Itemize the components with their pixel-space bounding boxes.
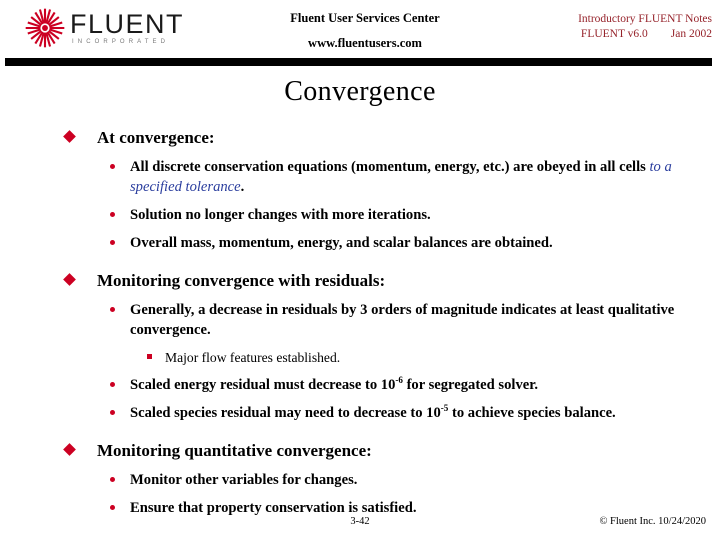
header-version-date: FLUENT v6.0 Jan 2002	[580, 28, 712, 40]
header-right-block: Introductory FLUENT Notes FLUENT v6.0 Ja…	[532, 12, 712, 42]
bullet-text: At convergence:	[97, 128, 215, 147]
bullet-level2-scaled-species-residual: Scaled species residual may need to decr…	[0, 403, 720, 423]
dot-bullet-icon	[110, 164, 115, 169]
bullet-text: Monitoring convergence with residuals:	[97, 271, 386, 290]
copyright-notice: © Fluent Inc. 10/24/2020	[599, 516, 706, 527]
bullet-text-tail: to achieve species balance.	[448, 405, 616, 421]
bullet-text: Scaled species residual may need to decr…	[130, 405, 441, 421]
fluent-logo-wordmark: FLUENT	[70, 9, 185, 39]
dot-bullet-icon	[110, 410, 115, 415]
header-divider-rule	[5, 58, 712, 66]
bullet-level2-scaled-energy-residual: Scaled energy residual must decrease to …	[0, 375, 720, 395]
bullet-level2-monitor-other-variables: Monitor other variables for changes.	[0, 470, 720, 490]
bullet-level2-overall-balances: Overall mass, momentum, energy, and scal…	[0, 233, 720, 253]
slide-footer: 3-42 © Fluent Inc. 10/24/2020	[0, 516, 720, 536]
bullet-text: Solution no longer changes with more ite…	[130, 207, 431, 223]
slide-header: FLUENT INCORPORATED Fluent User Services…	[0, 0, 720, 66]
dot-bullet-icon	[110, 307, 115, 312]
slide-title: Convergence	[284, 76, 436, 107]
diamond-bullet-icon	[63, 130, 76, 143]
bullet-text: Ensure that property conservation is sat…	[130, 500, 417, 516]
bullet-text: Monitoring quantitative convergence:	[97, 441, 372, 460]
bullet-level2-solution-no-longer-changes: Solution no longer changes with more ite…	[0, 205, 720, 225]
fluent-starburst-icon	[24, 7, 66, 49]
square-bullet-icon	[147, 354, 152, 359]
bullet-text: Monitor other variables for changes.	[130, 472, 358, 488]
exponent-minus-six: -6	[395, 375, 403, 386]
bullet-text: Scaled energy residual must decrease to …	[130, 377, 396, 393]
bullet-text-tail: for segregated solver.	[402, 377, 539, 393]
dot-bullet-icon	[110, 505, 115, 510]
bullet-text: Overall mass, momentum, energy, and scal…	[130, 235, 553, 251]
header-notes-title: Introductory FLUENT Notes	[578, 13, 712, 25]
diamond-bullet-icon	[63, 443, 76, 456]
bullet-level1-at-convergence: At convergence:	[0, 126, 720, 149]
header-services-center-label: Fluent User Services Center	[290, 11, 440, 25]
bullet-level1-monitoring-quantitative: Monitoring quantitative convergence:	[0, 439, 720, 462]
dot-bullet-icon	[110, 240, 115, 245]
slide-body: At convergence: All discrete conservatio…	[0, 116, 720, 518]
header-center-block: Fluent User Services Center www.fluentus…	[230, 10, 500, 51]
bullet-level2-discrete-equations: All discrete conservation equations (mom…	[0, 157, 720, 197]
bullet-text: All discrete conservation equations (mom…	[130, 159, 650, 175]
bullet-level3-major-flow-features: Major flow features established.	[0, 348, 720, 367]
bullet-text-tail: .	[240, 179, 245, 195]
header-website-label: www.fluentusers.com	[308, 36, 422, 50]
fluent-logo: FLUENT INCORPORATED	[24, 6, 214, 50]
bullet-text: Generally, a decrease in residuals by 3 …	[130, 302, 675, 338]
bullet-text: Major flow features established.	[165, 350, 341, 365]
dot-bullet-icon	[110, 382, 115, 387]
fluent-logo-subtext: INCORPORATED	[72, 39, 170, 45]
bullet-level2-three-orders-magnitude: Generally, a decrease in residuals by 3 …	[0, 300, 720, 340]
dot-bullet-icon	[110, 212, 115, 217]
bullet-level2-property-conservation: Ensure that property conservation is sat…	[0, 498, 720, 518]
dot-bullet-icon	[110, 477, 115, 482]
bullet-level1-monitoring-residuals: Monitoring convergence with residuals:	[0, 269, 720, 292]
diamond-bullet-icon	[63, 273, 76, 286]
